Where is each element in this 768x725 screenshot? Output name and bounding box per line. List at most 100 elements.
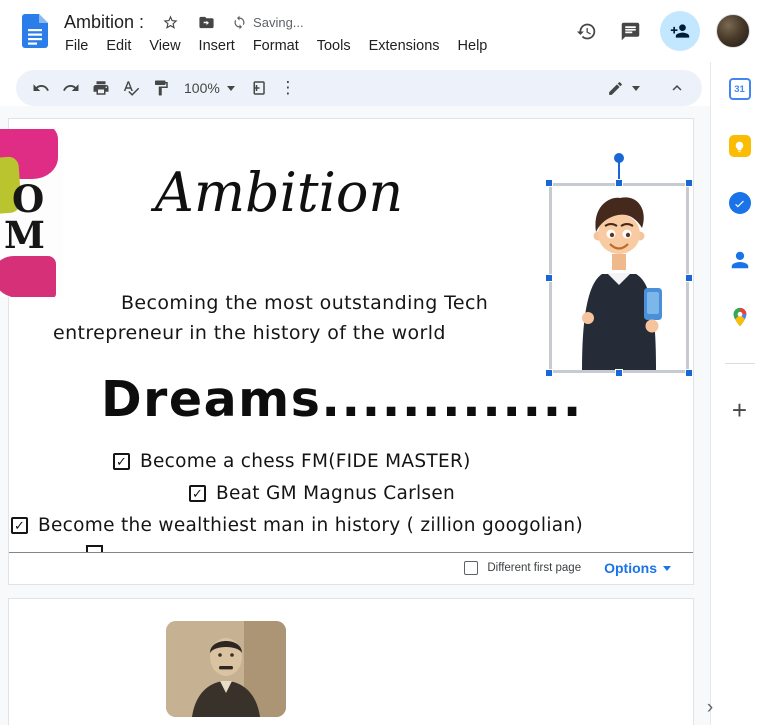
footer-boundary-line [9,552,693,553]
redo-button[interactable] [56,73,86,103]
paint-format-button[interactable] [146,73,176,103]
header: Ambition : Saving... File Edit View Inse… [0,0,768,62]
collapse-toolbar-button[interactable] [662,73,692,103]
pencil-icon [609,81,622,95]
side-panel-rail: 31 + [710,62,768,725]
checklist-item-1: ✓ Become a chess FM(FIDE MASTER) [113,451,471,472]
zoom-selector[interactable]: 100% [176,73,243,103]
title-row: Ambition : Saving... [64,10,304,34]
comments-button[interactable] [616,17,644,45]
zoom-value: 100% [184,80,220,96]
collage-pink-shape-bottom [0,256,56,297]
checklist-item-2: ✓ Beat GM Magnus Carlsen [189,483,455,504]
move-to-folder-icon[interactable] [196,12,216,32]
doc-heading-ambition: Ambition [154,161,404,224]
calendar-day-label: 31 [734,83,745,95]
checkbox-checked-icon[interactable]: ✓ [113,453,130,470]
doc-page-2[interactable] [8,598,694,725]
undo-button[interactable] [26,73,56,103]
doc-page-1[interactable]: O M Ambition Becoming the most outstandi… [0,118,694,585]
tasks-icon[interactable] [728,192,751,214]
spell-check-button[interactable] [116,73,146,103]
checklist-item-3: ✓ Become the wealthiest man in history (… [11,515,583,536]
collage-image[interactable]: O M [0,129,63,297]
checkbox-checked-icon[interactable]: ✓ [11,517,28,534]
cartoon-man-image [582,197,662,370]
checklist-item-partial [86,545,103,552]
saving-label: Saving... [253,14,304,30]
comment-icon [621,22,639,40]
rail-divider [724,363,755,364]
resize-handle-nw[interactable] [545,179,553,187]
menu-file[interactable]: File [56,35,97,57]
menu-tools[interactable]: Tools [308,35,360,57]
print-button[interactable] [86,73,116,103]
insert-frame-button[interactable] [243,73,273,103]
chevron-up-icon [672,85,682,91]
menu-view[interactable]: View [140,35,189,57]
undo-icon [33,84,49,91]
footer-options-button[interactable]: Options [604,560,671,576]
toolbar: 100% ⋮ [16,70,702,106]
contacts-icon[interactable] [729,249,751,271]
person-add-icon [670,24,690,38]
checklist-item-label: Become a chess FM(FIDE MASTER) [140,451,471,472]
chevron-down-icon [663,565,671,571]
side-panel-toggle-button[interactable]: › [699,697,721,719]
spellcheck-icon [123,81,140,96]
different-first-page-label: Different first page [487,562,582,574]
checklist-item-label: Become the wealthiest man in history ( z… [38,515,583,536]
vertical-dots-icon: ⋮ [279,78,297,97]
sync-icon [234,15,245,29]
resize-handle-ne[interactable] [685,179,693,187]
google-docs-icon[interactable] [22,14,48,48]
checklist-item-label: Beat GM Magnus Carlsen [216,483,456,504]
selected-image[interactable] [545,153,693,377]
menu-insert[interactable]: Insert [190,35,244,57]
rotation-handle[interactable] [614,153,624,163]
print-icon [93,81,109,95]
star-icon[interactable] [160,12,180,32]
document-status[interactable]: Saving... [232,15,304,30]
different-first-page-checkbox[interactable] [464,561,479,575]
history-icon [576,23,595,39]
menu-bar: File Edit View Insert Format Tools Exten… [56,35,496,57]
maps-icon[interactable] [729,306,751,328]
doc-heading-dreams: Dreams............. [101,371,583,428]
add-addon-button[interactable]: + [729,397,751,423]
version-history-button[interactable] [572,17,600,45]
google-docs-app: Ambition : Saving... File Edit View Inse… [0,0,768,725]
doc-paragraph-line1: Becoming the most outstanding Tech [121,292,489,314]
resize-handle-e[interactable] [685,274,693,282]
redo-icon [63,84,79,91]
menu-format[interactable]: Format [244,35,308,57]
chevron-down-icon [632,85,640,91]
account-avatar[interactable] [716,14,750,48]
editing-mode-button[interactable] [599,73,648,103]
resize-handle-s[interactable] [615,369,623,377]
more-options-button[interactable]: ⋮ [273,73,303,103]
menu-extensions[interactable]: Extensions [360,35,449,57]
plus-box-icon [248,81,265,95]
share-button[interactable] [660,11,700,51]
options-label: Options [604,560,657,576]
collage-letter-m: M [4,213,45,257]
resize-handle-sw[interactable] [545,369,553,377]
doc-paragraph-line2: entrepreneur in the history of the world [53,322,446,344]
resize-handle-se[interactable] [685,369,693,377]
tesla-portrait-graphic [166,621,286,717]
document-title[interactable]: Ambition : [64,12,144,33]
document-canvas: O M Ambition Becoming the most outstandi… [0,106,710,725]
resize-handle-n[interactable] [615,179,623,187]
menu-help[interactable]: Help [449,35,497,57]
chevron-down-icon [226,85,235,91]
resize-handle-w[interactable] [545,274,553,282]
checkbox-checked-icon[interactable]: ✓ [189,485,206,502]
keep-icon[interactable] [728,135,751,157]
paint-roller-icon [155,80,168,96]
tesla-portrait-image[interactable] [166,621,286,717]
footer-options-bar: Different first page Options [464,560,671,576]
calendar-icon[interactable]: 31 [728,78,751,100]
header-actions [572,11,750,51]
menu-edit[interactable]: Edit [97,35,140,57]
